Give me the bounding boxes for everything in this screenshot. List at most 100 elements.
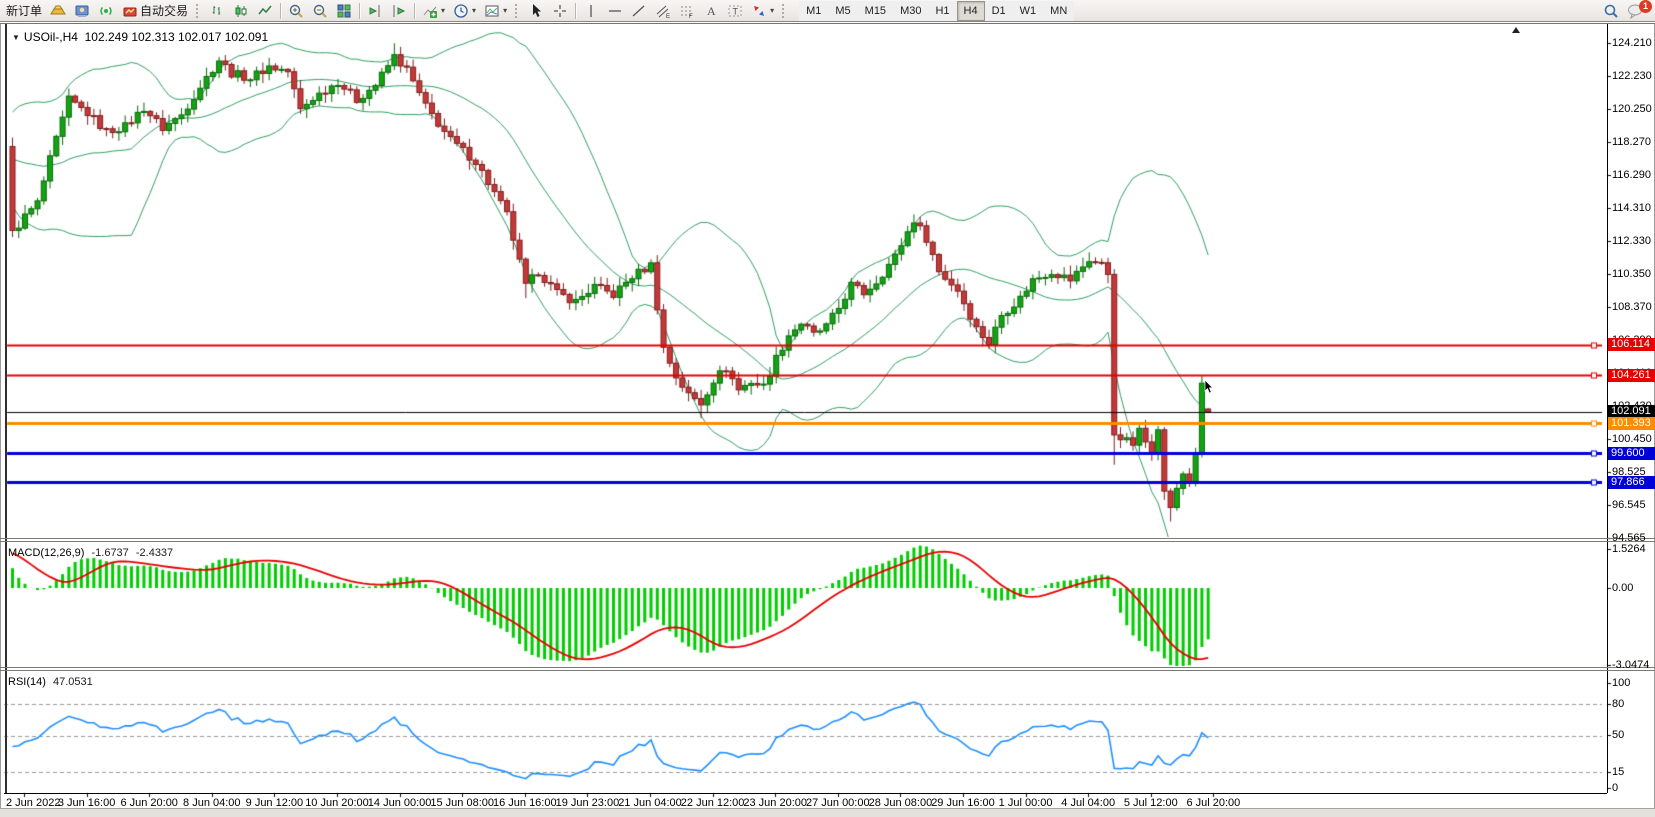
timeframe-m5[interactable]: M5 (828, 1, 857, 21)
candlestick-button[interactable] (229, 1, 253, 21)
gold-bar-button[interactable] (46, 1, 70, 21)
collapse-triangle-icon[interactable]: ▼ (12, 33, 20, 42)
macd-axis-label: 1.5264 (1612, 543, 1646, 555)
symbol-period: USOil-,H4 (24, 30, 78, 44)
time-axis-label: 1 Jul 00:00 (999, 797, 1053, 809)
pane-splitter-macd[interactable] (0, 538, 1655, 539)
timeframe-w1[interactable]: W1 (1013, 1, 1044, 21)
time-axis-label: 2 Jun 2022 (6, 797, 60, 809)
tile-windows-button[interactable] (332, 1, 356, 21)
timeframe-h1[interactable]: H1 (928, 1, 956, 21)
price-axis-label: 116.290 (1612, 169, 1651, 181)
window-left-border (0, 23, 1, 817)
accounts-button[interactable] (70, 1, 94, 21)
price-axis-label: 120.250 (1612, 103, 1652, 115)
time-axis-label: 19 Jun 23:00 (556, 797, 620, 809)
notifications-button[interactable]: 1 (1623, 1, 1649, 21)
signal-button[interactable] (94, 1, 118, 21)
toolbar-separator (280, 3, 281, 19)
timeframe-m15[interactable]: M15 (858, 1, 893, 21)
crosshair-icon (552, 3, 568, 19)
svg-text:F: F (689, 14, 693, 19)
timeframe-mn[interactable]: MN (1043, 1, 1074, 21)
horizontal-line-icon (607, 3, 623, 19)
timeframe-h4[interactable]: H4 (957, 1, 985, 21)
toolbar-grip (196, 4, 201, 18)
fibonacci-button[interactable]: F (675, 1, 699, 21)
timeframe-m1[interactable]: M1 (799, 1, 828, 21)
trendline-button[interactable] (627, 1, 651, 21)
indicators-icon (422, 3, 438, 19)
candlestick-icon (233, 3, 249, 19)
time-axis-label: 27 Jun 00:00 (806, 797, 870, 809)
autotrade-button[interactable]: 自动交易 (118, 1, 192, 21)
toolbar-separator (414, 3, 415, 19)
rsi-label: RSI(14) 47.0531 (8, 676, 93, 688)
time-axis-label: 29 Jun 16:00 (931, 797, 995, 809)
price-tag-97.866[interactable]: 97.866 (1608, 476, 1655, 489)
rsi-axis-label: 15 (1612, 766, 1624, 778)
bar-chart-icon (209, 3, 225, 19)
notification-badge: 1 (1639, 0, 1652, 13)
time-axis-label: 3 Jun 16:00 (58, 797, 116, 809)
trendline-icon (631, 3, 647, 19)
rsi-axis-label: 50 (1612, 729, 1624, 741)
chart-shift-button[interactable] (387, 1, 411, 21)
time-axis-label: 10 Jun 20:00 (305, 797, 369, 809)
bar-chart-button[interactable] (205, 1, 229, 21)
main-toolbar: 新订单 自动交易 ▾ ▾ ▾ (0, 0, 1655, 22)
pane-splitter-rsi[interactable] (0, 667, 1655, 668)
zoom-out-button[interactable] (308, 1, 332, 21)
price-tag-104.261[interactable]: 104.261 (1608, 369, 1655, 382)
zoom-in-button[interactable] (284, 1, 308, 21)
symbol-search-button[interactable] (1599, 1, 1623, 21)
chart-left-splitter[interactable] (5, 24, 7, 793)
price-axis-label: 100.450 (1612, 433, 1652, 445)
price-tag-106.114[interactable]: 106.114 (1608, 338, 1655, 351)
time-axis-label: 4 Jul 04:00 (1061, 797, 1115, 809)
price-tag-101.393[interactable]: 101.393 (1608, 417, 1655, 430)
price-tag-99.600[interactable]: 99.600 (1608, 447, 1655, 460)
templates-button[interactable]: ▾ (480, 1, 511, 21)
timeframe-d1[interactable]: D1 (985, 1, 1013, 21)
macd-signal-value: -2.4337 (136, 547, 173, 559)
zoom-in-icon (288, 3, 304, 19)
dropdown-arrow-icon: ▾ (472, 6, 476, 15)
horizontal-line-button[interactable] (603, 1, 627, 21)
crosshair-button[interactable] (548, 1, 572, 21)
time-axis-label: 15 Jun 08:00 (430, 797, 494, 809)
search-icon (1603, 3, 1619, 19)
pane-splitter-rsi[interactable] (0, 670, 1655, 671)
text-button[interactable]: A (699, 1, 723, 21)
cursor-button[interactable] (524, 1, 548, 21)
autotrade-icon (122, 3, 138, 19)
chart-canvas[interactable] (0, 0, 1655, 817)
periods-button[interactable]: ▾ (449, 1, 480, 21)
time-axis-label: 6 Jul 20:00 (1186, 797, 1240, 809)
rsi-axis-label: 80 (1612, 698, 1624, 710)
time-axis-label: 23 Jun 20:00 (743, 797, 807, 809)
time-axis-label: 22 Jun 12:00 (681, 797, 745, 809)
price-axis-label: 114.310 (1612, 202, 1651, 214)
autoscroll-button[interactable] (363, 1, 387, 21)
arrows-button[interactable]: ▾ (747, 1, 778, 21)
time-axis-label: 5 Jul 12:00 (1124, 797, 1178, 809)
text-label-button[interactable]: T (723, 1, 747, 21)
toolbar-separator (359, 3, 360, 19)
chart-shift-icon (391, 3, 407, 19)
equidistant-channel-button[interactable]: E (651, 1, 675, 21)
time-axis-label: 16 Jun 16:00 (493, 797, 557, 809)
fibonacci-icon: F (679, 3, 695, 19)
ohlc-readout: 102.249 102.313 102.017 102.091 (85, 30, 269, 44)
dropdown-arrow-icon: ▾ (503, 6, 507, 15)
zoom-out-icon (312, 3, 328, 19)
timeframe-m30[interactable]: M30 (893, 1, 928, 21)
indicators-button[interactable]: ▾ (418, 1, 449, 21)
line-chart-button[interactable] (253, 1, 277, 21)
price-axis-label: 122.230 (1612, 70, 1652, 82)
time-axis-label: 6 Jun 20:00 (120, 797, 178, 809)
new-order-button[interactable]: 新订单 (2, 1, 46, 21)
toolbar-chart-divider (0, 23, 1655, 24)
vertical-line-button[interactable] (579, 1, 603, 21)
pane-splitter-macd[interactable] (0, 541, 1655, 542)
